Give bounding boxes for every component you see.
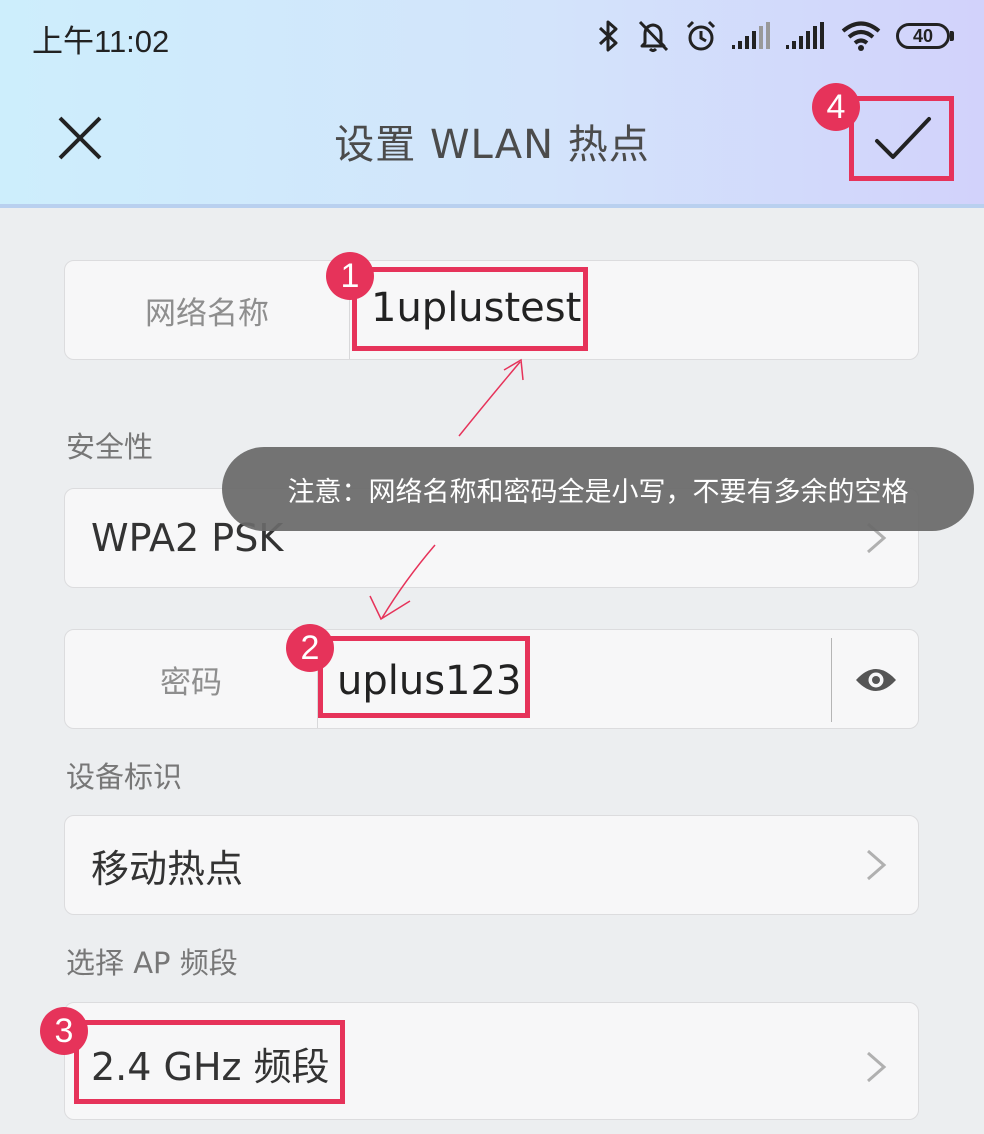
step-badge-4: 4 xyxy=(812,83,860,131)
arrow-down-head xyxy=(369,595,411,621)
arrow-up xyxy=(458,361,521,437)
password-label: 密码 xyxy=(160,664,222,701)
battery-icon: 40 xyxy=(896,23,954,49)
network-name-label: 网络名称 xyxy=(145,295,269,332)
alarm-icon xyxy=(686,20,716,51)
device-id-row[interactable]: 移动热点 xyxy=(64,815,919,915)
band-section-label: 选择 AP 频段 xyxy=(66,946,238,980)
chevron-right-icon xyxy=(867,1051,887,1083)
bluetooth-icon xyxy=(598,20,618,52)
step-badge-2: 2 xyxy=(286,624,334,672)
highlight-box-confirm xyxy=(849,96,954,181)
battery-level: 40 xyxy=(896,23,950,49)
step-badge-1: 1 xyxy=(326,252,374,300)
eye-icon[interactable] xyxy=(853,664,899,696)
signal-icon xyxy=(786,22,824,49)
battery-cap xyxy=(950,31,954,41)
chevron-right-icon xyxy=(867,849,887,881)
security-section-label: 安全性 xyxy=(66,430,154,464)
status-icons: 40 xyxy=(596,18,954,54)
highlight-box-password xyxy=(318,636,530,718)
signal-icon xyxy=(732,22,770,49)
device-id-value: 移动热点 xyxy=(91,846,244,891)
mute-icon xyxy=(638,20,669,52)
highlight-box-network-name xyxy=(352,267,588,351)
wifi-icon xyxy=(841,21,881,51)
device-id-section-label: 设备标识 xyxy=(66,760,183,794)
arrow-up-head xyxy=(503,358,524,381)
eye-divider xyxy=(831,638,832,722)
status-time: 上午11:02 xyxy=(32,24,170,59)
highlight-box-band xyxy=(74,1020,345,1104)
tooltip-note: 注意：网络名称和密码全是小写，不要有多余的空格 xyxy=(222,447,974,531)
header-divider xyxy=(0,204,984,208)
step-badge-3: 3 xyxy=(40,1007,88,1055)
